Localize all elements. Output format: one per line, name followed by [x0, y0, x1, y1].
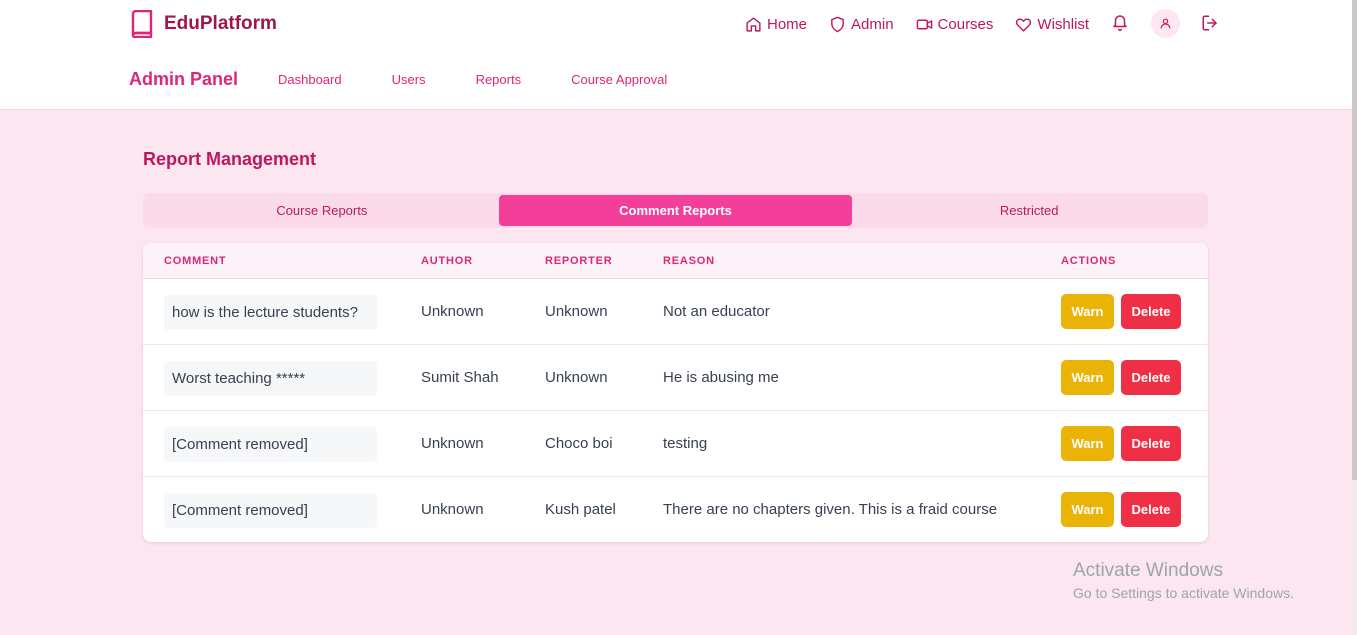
- brand[interactable]: EduPlatform: [130, 10, 277, 38]
- header-author: AUTHOR: [421, 255, 473, 267]
- subnav-reports[interactable]: Reports: [476, 72, 522, 87]
- delete-button[interactable]: Delete: [1121, 426, 1181, 461]
- tab-restricted[interactable]: Restricted: [852, 195, 1206, 226]
- header-comment: COMMENT: [164, 255, 227, 267]
- book-icon: [131, 10, 153, 38]
- reporter-cell: Unknown: [545, 303, 608, 320]
- bell-icon[interactable]: [1111, 12, 1129, 32]
- video-icon: [916, 19, 932, 29]
- table-row: Worst teaching ***** Sumit Shah Unknown …: [143, 345, 1208, 411]
- windows-activation-watermark: Activate Windows Go to Settings to activ…: [1073, 560, 1294, 601]
- author-cell: Sumit Shah: [421, 369, 499, 386]
- reason-cell: He is abusing me: [663, 369, 779, 386]
- user-icon: [1160, 18, 1171, 29]
- table-row: [Comment removed] Unknown Choco boi test…: [143, 411, 1208, 477]
- warn-button[interactable]: Warn: [1061, 492, 1114, 527]
- reporter-cell: Kush patel: [545, 501, 616, 518]
- scrollbar-thumb[interactable]: [1352, 0, 1357, 480]
- table-header: COMMENT AUTHOR REPORTER REASON ACTIONS: [143, 243, 1208, 279]
- brand-name: EduPlatform: [164, 13, 277, 34]
- top-navigation: Home Admin Courses Wishlist: [745, 12, 1111, 36]
- page-title: Report Management: [143, 149, 317, 169]
- nav-wishlist[interactable]: Wishlist: [1015, 16, 1089, 33]
- reporter-cell: Choco boi: [545, 435, 613, 452]
- nav-wishlist-label: Wishlist: [1037, 15, 1090, 33]
- warn-button[interactable]: Warn: [1061, 360, 1114, 395]
- header: EduPlatform Home Admin Courses Wishlist …: [0, 0, 1352, 110]
- subnav-course-approval[interactable]: Course Approval: [571, 72, 667, 87]
- reason-cell: There are no chapters given. This is a f…: [663, 501, 998, 518]
- warn-button[interactable]: Warn: [1061, 294, 1114, 329]
- nav-courses-label: Courses: [937, 15, 994, 33]
- tab-course-reports[interactable]: Course Reports: [145, 195, 499, 226]
- header-reporter: REPORTER: [545, 255, 613, 267]
- comment-text: [Comment removed]: [164, 493, 377, 528]
- user-avatar[interactable]: [1151, 9, 1180, 38]
- page-scrollbar[interactable]: [1352, 0, 1357, 635]
- nav-home-label: Home: [767, 15, 808, 33]
- admin-subnav: Dashboard Users Reports Course Approval: [278, 72, 717, 87]
- header-reason: REASON: [663, 255, 715, 267]
- reason-cell: Not an educator: [663, 303, 770, 320]
- logout-icon[interactable]: [1201, 14, 1219, 32]
- delete-button[interactable]: Delete: [1121, 492, 1181, 527]
- author-cell: Unknown: [421, 303, 484, 320]
- header-actions: ACTIONS: [1061, 255, 1117, 267]
- table-row: [Comment removed] Unknown Kush patel The…: [143, 477, 1208, 542]
- admin-panel-title: Admin Panel: [129, 69, 239, 89]
- tab-comment-reports[interactable]: Comment Reports: [498, 195, 853, 226]
- delete-button[interactable]: Delete: [1121, 294, 1181, 329]
- subnav-users[interactable]: Users: [392, 72, 426, 87]
- watermark-title: Activate Windows: [1073, 560, 1223, 581]
- nav-admin-label: Admin: [851, 15, 894, 33]
- delete-button[interactable]: Delete: [1121, 360, 1181, 395]
- comment-text: Worst teaching *****: [164, 361, 377, 396]
- home-icon: [746, 16, 761, 32]
- shield-icon: [831, 16, 844, 32]
- report-tabs: Course Reports Comment Reports Restricte…: [143, 193, 1208, 228]
- author-cell: Unknown: [421, 501, 484, 518]
- reason-cell: testing: [663, 435, 708, 452]
- nav-home[interactable]: Home: [745, 16, 807, 33]
- nav-admin[interactable]: Admin: [829, 16, 894, 33]
- comment-reports-table: COMMENT AUTHOR REPORTER REASON ACTIONS h…: [143, 243, 1208, 542]
- subnav-dashboard[interactable]: Dashboard: [278, 72, 342, 87]
- comment-text: how is the lecture students?: [164, 295, 377, 330]
- comment-text: [Comment removed]: [164, 427, 377, 462]
- reporter-cell: Unknown: [545, 369, 608, 386]
- heart-icon: [1016, 17, 1032, 32]
- nav-courses[interactable]: Courses: [916, 15, 994, 33]
- warn-button[interactable]: Warn: [1061, 426, 1114, 461]
- table-row: how is the lecture students? Unknown Unk…: [143, 279, 1208, 345]
- watermark-subtitle: Go to Settings to activate Windows.: [1073, 585, 1294, 601]
- author-cell: Unknown: [421, 435, 484, 452]
